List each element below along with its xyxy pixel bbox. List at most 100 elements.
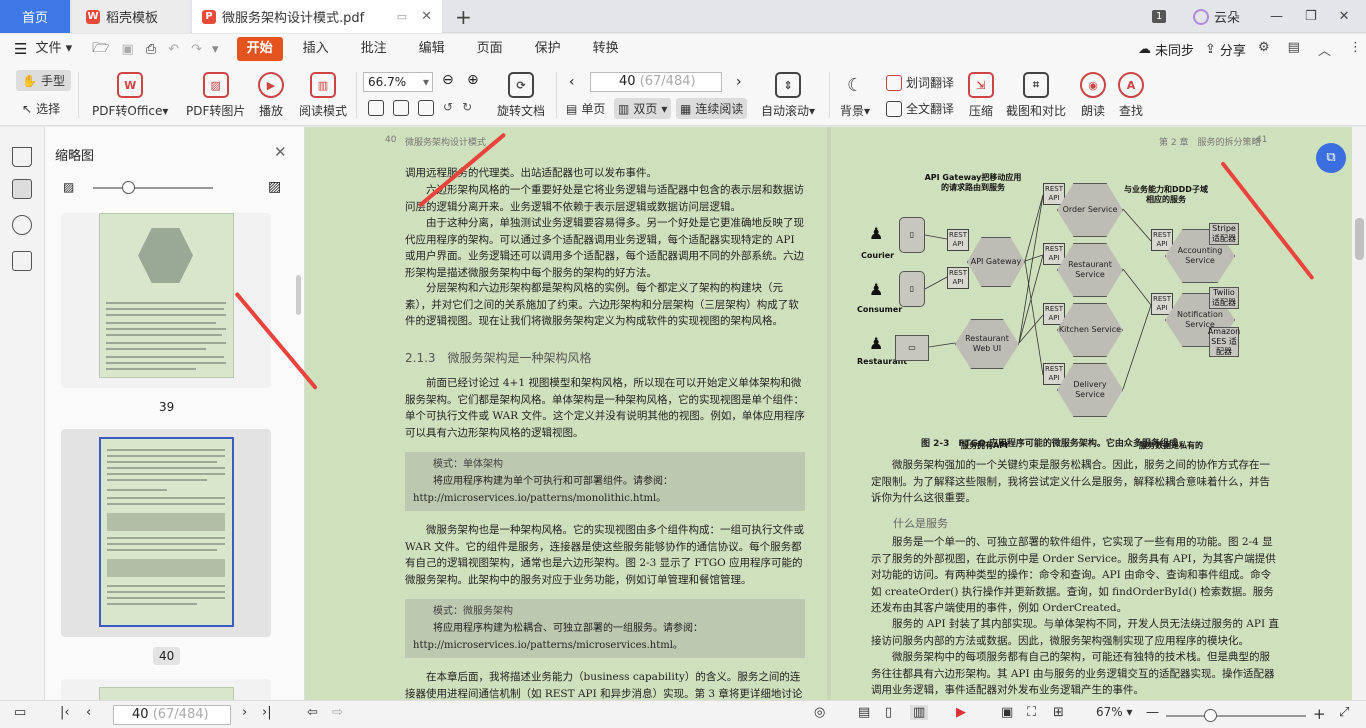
- sidebar-toggle-icon[interactable]: ▭: [14, 705, 26, 720]
- share-button[interactable]: ⇪ 分享: [1205, 40, 1246, 59]
- single-page-button[interactable]: ▤ 单页: [566, 100, 605, 117]
- zoom-in-icon[interactable]: ⊕: [467, 72, 479, 88]
- zoom-value: 66.7%: [368, 75, 407, 89]
- menu-tab-2[interactable]: 批注: [349, 34, 399, 64]
- thumbnail-page-40[interactable]: [61, 429, 271, 637]
- zoom-out-icon[interactable]: —: [1146, 705, 1159, 720]
- menu-tab-3[interactable]: 编辑: [407, 34, 457, 64]
- status-page-input[interactable]: 40 (67/484): [113, 705, 231, 725]
- thumbnail-scrollbar[interactable]: [296, 275, 301, 315]
- floating-assist-icon[interactable]: ⧉: [1316, 143, 1346, 173]
- tab-document[interactable]: P 微服务架构设计模式.pdf ▭ ✕: [192, 0, 442, 33]
- user-account[interactable]: 云朵: [1193, 0, 1240, 33]
- thumbnail-size-slider[interactable]: [93, 187, 213, 189]
- rotate-document-button[interactable]: ⟳ 旋转文档: [497, 72, 545, 119]
- zoom-select[interactable]: 66.7% ▾: [363, 72, 433, 92]
- last-page-icon[interactable]: ›|: [262, 705, 272, 720]
- menu-file[interactable]: 文件 ▾: [31, 34, 84, 64]
- open-icon[interactable]: 🗁: [92, 37, 109, 61]
- hamburger-icon[interactable]: ☰: [0, 40, 31, 58]
- sync-button[interactable]: ☁ 未同步: [1138, 40, 1194, 59]
- compress-button[interactable]: ⇲ 压缩: [968, 72, 994, 119]
- prev-page-icon[interactable]: ‹: [569, 74, 575, 90]
- close-panel-icon[interactable]: ✕: [274, 143, 287, 161]
- save-icon[interactable]: ▣: [122, 42, 134, 57]
- double-page-button[interactable]: ▥ 双页 ▾: [614, 98, 672, 119]
- menu-tab-4[interactable]: 页面: [465, 34, 515, 64]
- zoom-slider[interactable]: [1166, 715, 1306, 717]
- screenshot-compare-button[interactable]: ⌗ 截图和对比: [1006, 72, 1066, 119]
- menu-file-label: 文件: [35, 41, 62, 56]
- fit-page-icon[interactable]: [393, 100, 409, 116]
- actual-size-icon[interactable]: ▣: [1001, 705, 1013, 720]
- signature-icon[interactable]: [12, 251, 32, 271]
- select-tool-button[interactable]: ↖ 选择: [22, 100, 60, 117]
- settings-icon[interactable]: ⚙: [1258, 40, 1270, 59]
- word-translate-button[interactable]: 划词翻译: [886, 74, 954, 91]
- background-button[interactable]: ☾ 背景▾: [840, 72, 870, 119]
- thumbnail-icon[interactable]: [12, 179, 32, 199]
- fit-width-icon[interactable]: ⊞: [1053, 705, 1064, 720]
- menu-tab-5[interactable]: 保护: [523, 34, 573, 64]
- attachment-icon[interactable]: [12, 215, 32, 235]
- eye-protect-icon[interactable]: ◎: [814, 705, 825, 720]
- small-thumb-icon[interactable]: ▨: [63, 180, 74, 194]
- forward-icon[interactable]: ⇨: [332, 705, 343, 720]
- page-number-input[interactable]: 40 (67/484): [590, 72, 722, 92]
- tab-pin-icon[interactable]: ▭: [397, 10, 407, 23]
- next-page-icon[interactable]: ›: [736, 74, 742, 90]
- vertical-scrollbar[interactable]: [1352, 127, 1366, 700]
- menu-tab-6[interactable]: 转换: [581, 34, 631, 64]
- zoom-slider-handle[interactable]: [1204, 709, 1217, 722]
- zoom-level[interactable]: 67% ▾: [1096, 705, 1133, 719]
- collapse-ribbon-icon[interactable]: ︿: [1318, 40, 1331, 59]
- tab-home[interactable]: 首页: [0, 0, 70, 33]
- rotate-right-icon[interactable]: ↻: [462, 100, 472, 116]
- feedback-icon[interactable]: ▤: [1288, 40, 1300, 59]
- tab-close-icon[interactable]: ✕: [421, 9, 432, 24]
- read-aloud-button[interactable]: ◉ 朗读: [1080, 72, 1106, 119]
- continuous-view-icon[interactable]: ▤: [858, 705, 870, 720]
- bookmark-icon[interactable]: [12, 147, 32, 167]
- scrollbar-thumb[interactable]: [1355, 218, 1364, 260]
- restore-icon[interactable]: ❐: [1305, 9, 1317, 24]
- redo-icon[interactable]: ↷: [191, 42, 202, 57]
- double-view-icon[interactable]: ▥: [910, 705, 929, 720]
- play-button[interactable]: ▶ 播放: [258, 72, 284, 119]
- fit-actual-icon[interactable]: [368, 100, 384, 116]
- more-options-icon[interactable]: ⋮: [1349, 40, 1362, 59]
- continuous-read-button[interactable]: ▦ 连续阅读: [676, 98, 748, 119]
- more-icon[interactable]: ▾: [212, 42, 219, 57]
- menu-tab-1[interactable]: 插入: [291, 34, 341, 64]
- print-icon[interactable]: ⎙: [146, 42, 156, 57]
- prev-page-icon[interactable]: ‹: [86, 705, 91, 720]
- read-mode-button[interactable]: ▥ 阅读模式: [299, 72, 347, 119]
- thumbnail-size-handle[interactable]: [122, 181, 135, 194]
- full-translate-button[interactable]: 全文翻译: [886, 100, 954, 117]
- tab-template[interactable]: W 稻壳模板: [72, 0, 190, 33]
- new-tab-button[interactable]: +: [455, 0, 472, 33]
- fit-page-icon[interactable]: ⛶: [1027, 705, 1036, 720]
- thumbnail-page-41[interactable]: [61, 679, 271, 700]
- find-button[interactable]: A 查找: [1118, 72, 1144, 119]
- first-page-icon[interactable]: |‹: [60, 705, 70, 720]
- undo-icon[interactable]: ↶: [168, 42, 179, 57]
- fullscreen-icon[interactable]: ⤢: [1339, 705, 1349, 720]
- close-window-icon[interactable]: ✕: [1339, 9, 1350, 24]
- pdf-to-office-button[interactable]: W PDF转Office▾: [92, 72, 168, 119]
- window-counter[interactable]: 1: [1152, 0, 1167, 33]
- hand-tool-button[interactable]: ✋ 手型: [16, 70, 71, 91]
- fit-width-icon[interactable]: [418, 100, 434, 116]
- zoom-in-icon[interactable]: +: [1313, 705, 1326, 723]
- minimize-icon[interactable]: —: [1270, 9, 1283, 24]
- single-view-icon[interactable]: ▯: [885, 705, 892, 720]
- large-thumb-icon[interactable]: ▨: [268, 179, 281, 195]
- auto-scroll-button[interactable]: ⇕ 自动滚动▾: [761, 72, 815, 119]
- pdf-to-image-button[interactable]: ▨ PDF转图片: [186, 72, 245, 119]
- back-icon[interactable]: ⇦: [307, 705, 318, 720]
- zoom-out-icon[interactable]: ⊖: [442, 72, 454, 88]
- play-icon[interactable]: ▶: [956, 705, 966, 720]
- rotate-left-icon[interactable]: ↺: [443, 100, 453, 116]
- menu-tab-0[interactable]: 开始: [236, 37, 283, 61]
- next-page-icon[interactable]: ›: [242, 705, 247, 720]
